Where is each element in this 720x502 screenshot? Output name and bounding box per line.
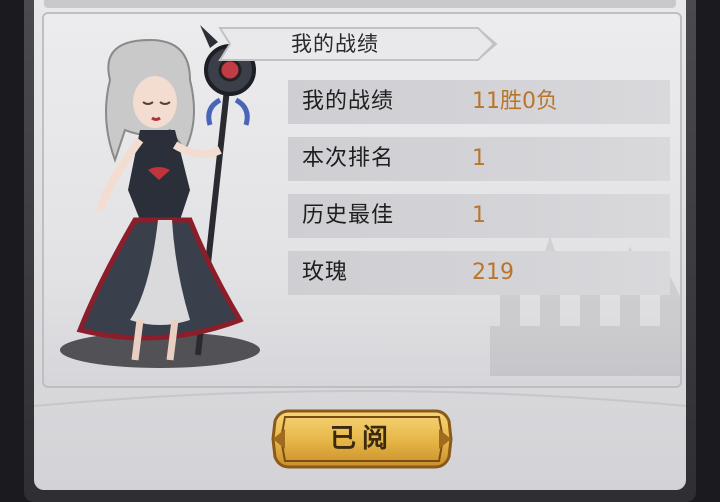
read-button-label[interactable]: 已阅 (271, 407, 453, 471)
stat-label: 本次排名 (302, 146, 395, 171)
stat-label: 历史最佳 (302, 203, 395, 228)
stat-row-roses: 玫瑰 219 (288, 251, 670, 295)
stat-label: 我的战绩 (302, 89, 395, 114)
stat-value: 1 (472, 146, 486, 171)
title-text: 我的战绩 (291, 32, 379, 56)
read-button[interactable]: 已阅 (271, 407, 453, 471)
top-strip (44, 0, 676, 8)
stat-row-rank: 本次排名 1 (288, 137, 670, 181)
stat-row-best: 历史最佳 1 (288, 194, 670, 238)
stat-value: 219 (472, 260, 514, 285)
stat-label: 玫瑰 (302, 260, 349, 285)
title-banner: 我的战绩 (210, 26, 500, 62)
stat-value: 1 (472, 203, 486, 228)
character-portrait-icon (60, 25, 275, 368)
stat-value: 11胜0负 (472, 89, 558, 114)
stat-row-record: 我的战绩 11胜0负 (288, 80, 670, 124)
